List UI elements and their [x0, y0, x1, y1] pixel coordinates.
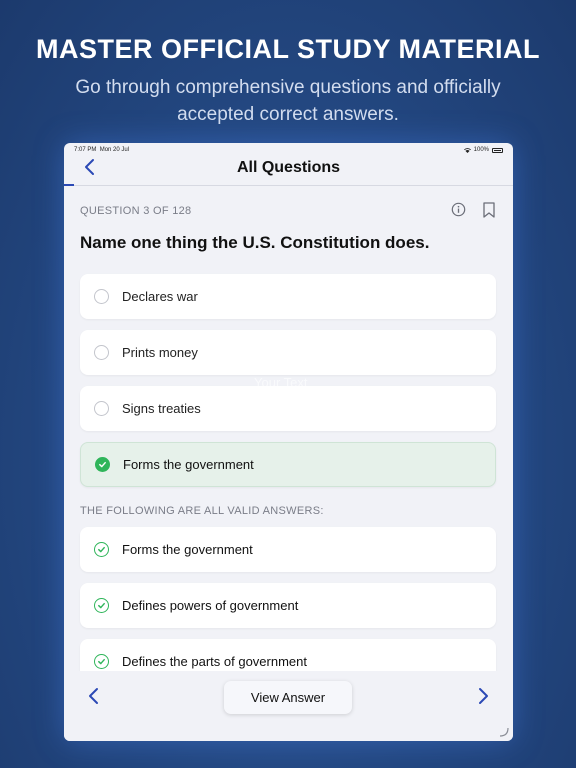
- check-circle-filled-icon: [95, 457, 110, 472]
- answer-option[interactable]: Prints money: [80, 330, 496, 375]
- chevron-left-icon[interactable]: [86, 687, 102, 705]
- radio-icon: [94, 289, 109, 304]
- nav-title: All Questions: [236, 159, 341, 176]
- view-answer-button[interactable]: View Answer: [224, 681, 352, 714]
- wifi-icon: [463, 147, 471, 153]
- watermark-text: Your Text: [254, 375, 308, 390]
- battery-percent: 100%: [473, 147, 489, 153]
- bookmark-icon[interactable]: [482, 202, 496, 218]
- valid-answers-heading: THE FOLLOWING ARE ALL VALID ANSWERS:: [80, 505, 324, 517]
- device-screen: 7:07 PM Mon 20 Jul 100% All Questions QU…: [64, 143, 513, 741]
- check-circle-icon: [94, 598, 109, 613]
- check-circle-icon: [94, 654, 109, 669]
- nav-bar: All Questions: [64, 157, 513, 186]
- valid-answer-item: Forms the government: [80, 527, 496, 572]
- answer-option-label: Declares war: [122, 289, 198, 304]
- valid-answer-item: Defines powers of government: [80, 583, 496, 628]
- radio-icon: [94, 401, 109, 416]
- bottom-toolbar: View Answer: [64, 671, 513, 741]
- status-right: 100%: [463, 147, 503, 153]
- nav-progress-indicator: [64, 184, 74, 186]
- status-bar: 7:07 PM Mon 20 Jul 100%: [64, 143, 513, 157]
- check-circle-icon: [94, 542, 109, 557]
- resize-handle-icon: [499, 727, 509, 737]
- valid-answer-label: Defines powers of government: [122, 598, 299, 613]
- valid-answer-label: Defines the parts of government: [122, 654, 307, 669]
- promo-headline: MASTER OFFICIAL STUDY MATERIAL: [36, 34, 540, 64]
- answer-option-correct[interactable]: Forms the government: [80, 442, 496, 487]
- chevron-right-icon[interactable]: [475, 687, 491, 705]
- radio-icon: [94, 345, 109, 360]
- answer-option[interactable]: Signs treaties: [80, 386, 496, 431]
- answer-option-label: Signs treaties: [122, 401, 201, 416]
- status-date: Mon 20 Jul: [99, 147, 130, 153]
- question-text: Name one thing the U.S. Constitution doe…: [80, 233, 430, 252]
- valid-answer-label: Forms the government: [122, 542, 253, 557]
- status-time-date: 7:07 PM Mon 20 Jul: [74, 147, 129, 153]
- answer-option-label: Prints money: [122, 345, 198, 360]
- promo-subhead: Go through comprehensive questions and o…: [75, 77, 501, 125]
- info-icon[interactable]: [451, 202, 466, 217]
- battery-icon: [492, 147, 503, 153]
- answer-option-label: Forms the government: [123, 457, 254, 472]
- answer-option[interactable]: Declares war: [80, 274, 496, 319]
- question-counter: QUESTION 3 OF 128: [80, 205, 192, 217]
- status-time: 7:07 PM: [74, 147, 97, 153]
